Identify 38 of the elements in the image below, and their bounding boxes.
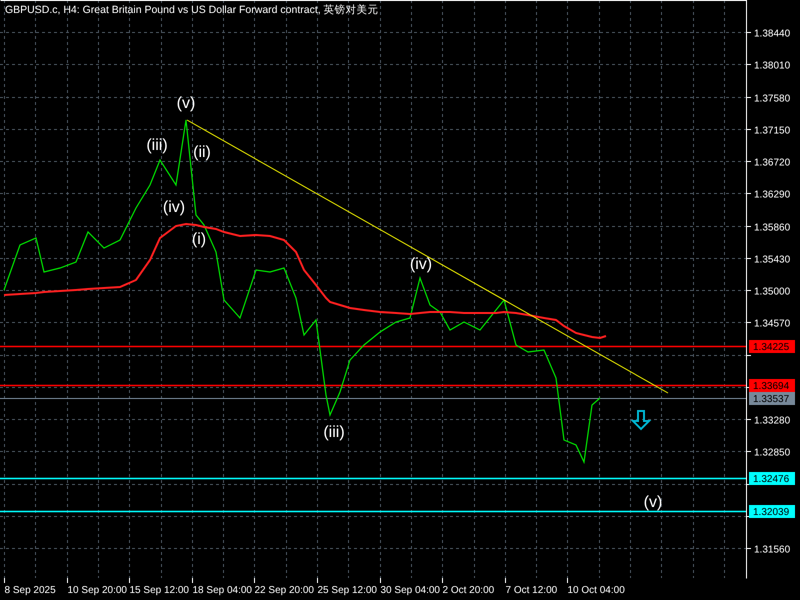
- time-axis-label: 10 Sep 20:00: [68, 585, 127, 596]
- price-axis-label: 1.38010: [754, 60, 790, 72]
- price-tag-label: 1.33694: [753, 381, 790, 392]
- wave-label: (v): [644, 494, 662, 512]
- price-axis-label: 1.35000: [754, 286, 790, 298]
- wave-label: (iii): [146, 137, 168, 154]
- price-tag-label: 1.34225: [753, 342, 790, 353]
- price-axis-label: 1.36720: [754, 158, 790, 168]
- time-axis-label: 7 Oct 12:00: [506, 585, 558, 596]
- price-axis-label: 1.35860: [754, 222, 790, 234]
- time-axis-label: 18 Sep 04:00: [192, 585, 252, 596]
- time-axis-label: 30 Sep 04:00: [380, 585, 440, 596]
- time-axis-label: 22 Sep 20:00: [254, 585, 314, 596]
- down-arrow-icon: [630, 410, 652, 430]
- price-tag-label: 1.32039: [753, 507, 790, 518]
- wave-label: (i): [192, 231, 206, 248]
- time-axis-label: 2 Oct 20:00: [442, 585, 494, 596]
- wave-label: (iv): [410, 256, 432, 274]
- price-axis-label: 1.37150: [754, 126, 790, 136]
- wave-label: (iii): [323, 424, 345, 442]
- chart-title: GBPUSD.c, H4: Great Britain Pound vs US Dollar Forward contract, 英镑对美元: [5, 4, 379, 16]
- price-tag-label: 1.32476: [753, 474, 790, 485]
- wave-label: (ii): [193, 144, 211, 162]
- time-axis-label: 25 Sep 12:00: [318, 585, 377, 596]
- price-axis-label: 1.34570: [754, 318, 790, 330]
- price-axis-label: 1.38440: [754, 28, 790, 40]
- wave-label: (iv): [162, 199, 186, 216]
- price-tag-label: 1.33537: [753, 394, 790, 405]
- price-axis-label: 1.36290: [754, 190, 790, 200]
- price-axis-label: 1.33280: [754, 416, 790, 426]
- price-axis-label: 1.31560: [754, 544, 790, 556]
- price-axis-label: 1.35430: [754, 254, 790, 266]
- wave-label: (v): [176, 95, 196, 112]
- price-axis-label: 1.37580: [754, 94, 790, 104]
- price-axis-label: 1.32850: [754, 448, 790, 458]
- time-axis-label: 10 Oct 04:00: [568, 585, 625, 596]
- time-axis-label: 15 Sep 12:00: [130, 585, 189, 596]
- time-axis-label: 8 Sep 2025: [4, 585, 56, 596]
